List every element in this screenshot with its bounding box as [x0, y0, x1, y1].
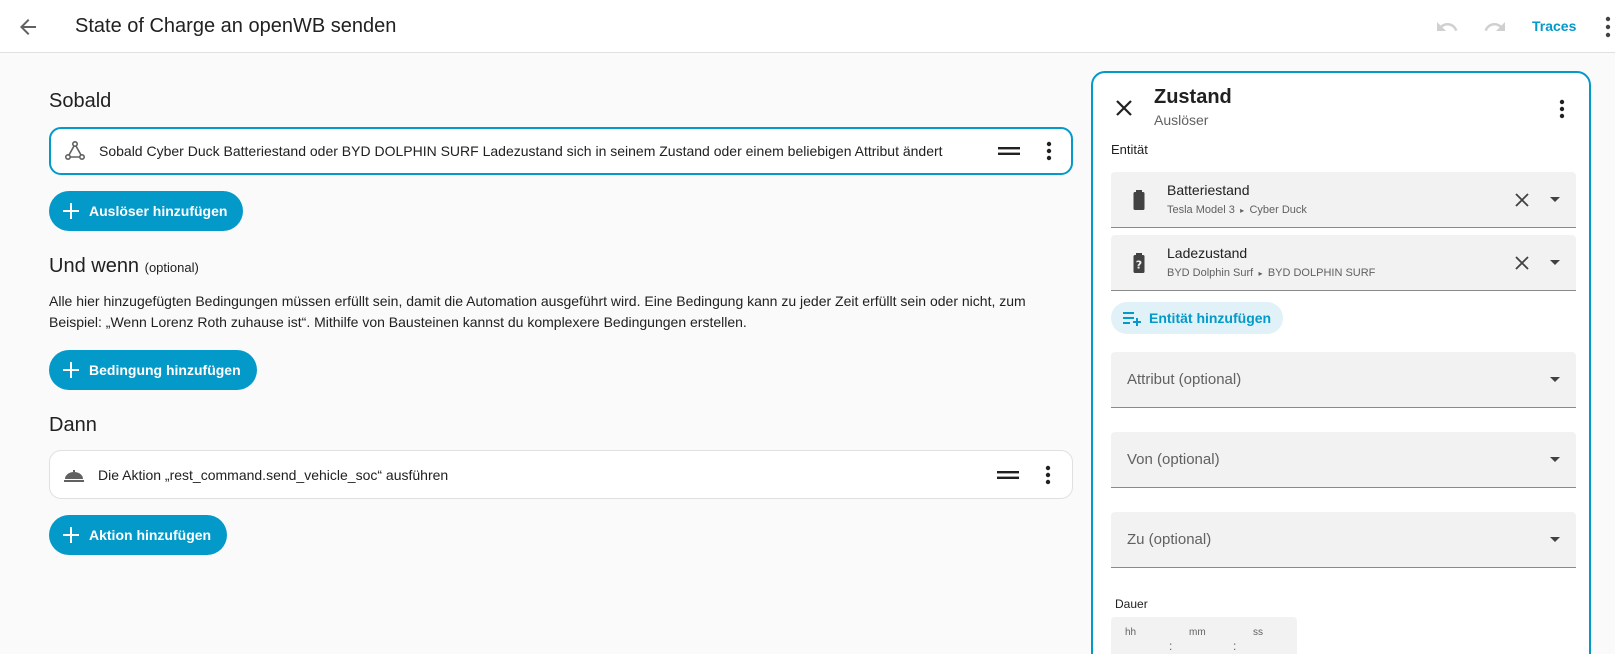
drag-handle-icon[interactable] [990, 461, 1026, 489]
duration-label: Dauer [1115, 597, 1148, 611]
path-separator-icon: ▸ [1237, 206, 1247, 215]
duration-hours[interactable]: hh [1125, 627, 1136, 638]
attribute-select[interactable]: Attribut (optional) [1111, 352, 1576, 408]
action-description: Die Aktion „rest_command.send_vehicle_so… [98, 466, 449, 483]
battery-unknown-icon: ? [1127, 251, 1151, 275]
conditions-optional: (optional) [144, 260, 199, 275]
entity-device: BYD Dolphin Surf [1167, 267, 1254, 279]
from-select[interactable]: Von (optional) [1111, 432, 1576, 488]
action-row[interactable]: Die Aktion „rest_command.send_vehicle_so… [49, 450, 1073, 499]
battery-icon [1127, 188, 1151, 212]
traces-link[interactable]: Traces [1532, 18, 1576, 34]
to-select-label: Zu (optional) [1127, 531, 1212, 548]
drag-handle-icon[interactable] [991, 137, 1027, 165]
back-arrow-icon[interactable] [12, 11, 44, 43]
plus-icon [61, 201, 81, 221]
chevron-down-icon [1544, 449, 1566, 471]
add-entity-label: Entität hinzufügen [1149, 310, 1272, 326]
entity-path: Tesla Model 3 ▸ Cyber Duck [1167, 204, 1307, 216]
more-vertical-icon[interactable] [1548, 95, 1576, 123]
page-title: State of Charge an openWB senden [75, 15, 397, 37]
conditions-description: Alle hier hinzugefügten Bedingungen müss… [49, 293, 1026, 330]
conditions-heading-text: Und wenn [49, 255, 140, 277]
duration-seconds[interactable]: ss [1253, 627, 1263, 638]
more-vertical-icon[interactable] [1034, 461, 1062, 489]
trigger-editor-panel: Zustand Auslöser Entität Batteriestand T… [1091, 71, 1591, 654]
state-trigger-icon [61, 137, 89, 165]
duration-input[interactable]: hh : mm : ss [1111, 617, 1297, 654]
triggers-heading: Sobald [49, 90, 112, 112]
clear-icon[interactable] [1509, 187, 1535, 213]
top-bar: State of Charge an openWB senden Traces [0, 0, 1615, 53]
close-icon[interactable] [1109, 93, 1139, 123]
plus-icon [61, 525, 81, 545]
svg-text:?: ? [1136, 259, 1142, 272]
duration-separator: : [1169, 639, 1173, 653]
more-vertical-icon[interactable] [1600, 12, 1615, 42]
playlist-add-icon [1121, 307, 1143, 329]
add-action-label: Aktion hinzufügen [89, 527, 212, 543]
attribute-select-label: Attribut (optional) [1127, 371, 1242, 388]
add-action-button[interactable]: Aktion hinzufügen [49, 515, 228, 555]
entity-device: Tesla Model 3 [1167, 204, 1235, 216]
entity-picker-ladezustand[interactable]: ? Ladezustand BYD Dolphin Surf ▸ BYD DOL… [1111, 235, 1576, 291]
add-trigger-label: Auslöser hinzufügen [89, 203, 228, 219]
from-select-label: Von (optional) [1127, 451, 1220, 468]
chevron-down-icon [1544, 529, 1566, 551]
trigger-description: Sobald Cyber Duck Batteriestand oder BYD… [99, 143, 943, 159]
actions-heading: Dann [49, 414, 97, 436]
service-bell-icon [60, 461, 88, 489]
entity-label: Entität [1111, 142, 1148, 157]
duration-separator: : [1233, 639, 1237, 653]
more-vertical-icon[interactable] [1035, 137, 1063, 165]
entity-area: Cyber Duck [1249, 204, 1307, 216]
trigger-row[interactable]: Sobald Cyber Duck Batteriestand oder BYD… [49, 127, 1073, 175]
chevron-down-icon [1544, 369, 1566, 391]
entity-picker-batteriestand[interactable]: Batteriestand Tesla Model 3 ▸ Cyber Duck [1111, 172, 1576, 228]
undo-icon[interactable] [1433, 13, 1461, 41]
entity-name: Batteriestand [1167, 182, 1250, 198]
clear-icon[interactable] [1509, 250, 1535, 276]
add-entity-button[interactable]: Entität hinzufügen [1111, 302, 1284, 334]
chevron-down-icon[interactable] [1544, 252, 1566, 274]
add-condition-button[interactable]: Bedingung hinzufügen [49, 350, 257, 390]
path-separator-icon: ▸ [1256, 269, 1265, 278]
panel-title: Zustand [1154, 86, 1232, 108]
to-select[interactable]: Zu (optional) [1111, 512, 1576, 568]
panel-subtitle: Auslöser [1154, 112, 1209, 128]
entity-path: BYD Dolphin Surf ▸ BYD DOLPHIN SURF [1167, 267, 1375, 279]
add-trigger-button[interactable]: Auslöser hinzufügen [49, 191, 244, 231]
plus-icon [61, 360, 81, 380]
entity-area: BYD DOLPHIN SURF [1267, 267, 1376, 279]
chevron-down-icon[interactable] [1544, 189, 1566, 211]
duration-minutes[interactable]: mm [1189, 627, 1206, 638]
add-condition-label: Bedingung hinzufügen [89, 362, 241, 378]
redo-icon[interactable] [1481, 13, 1509, 41]
entity-name: Ladezustand [1167, 245, 1248, 261]
conditions-heading: Und wenn (optional) [49, 255, 199, 278]
